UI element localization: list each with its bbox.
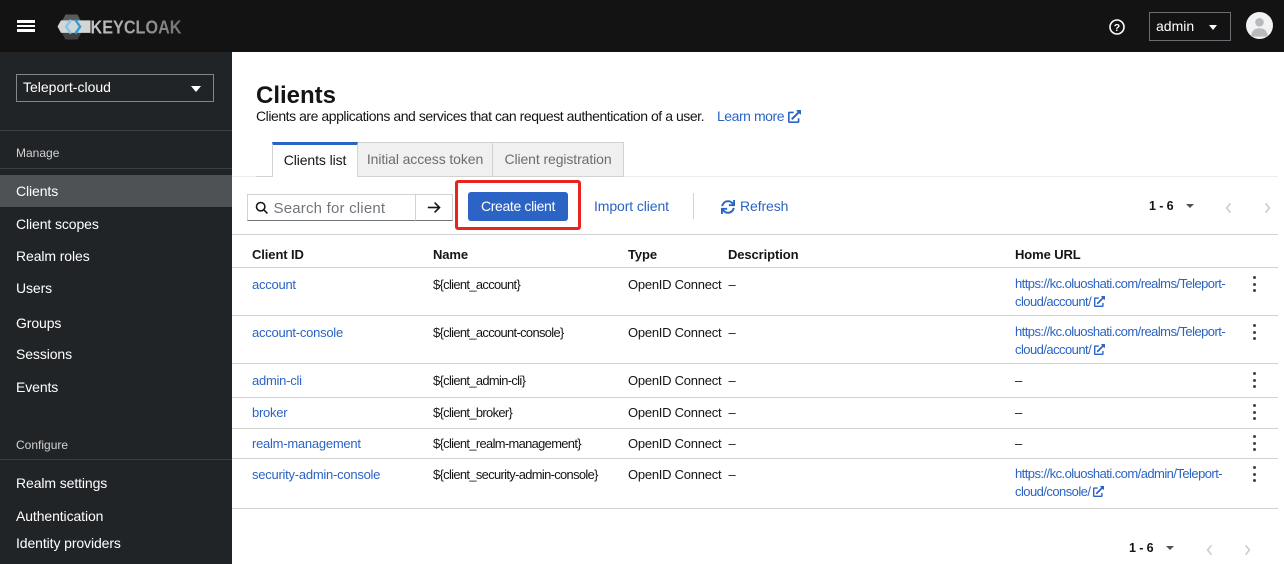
svg-text:KEYCLOAK: KEYCLOAK [91,17,183,38]
svg-text:?: ? [1114,21,1120,33]
